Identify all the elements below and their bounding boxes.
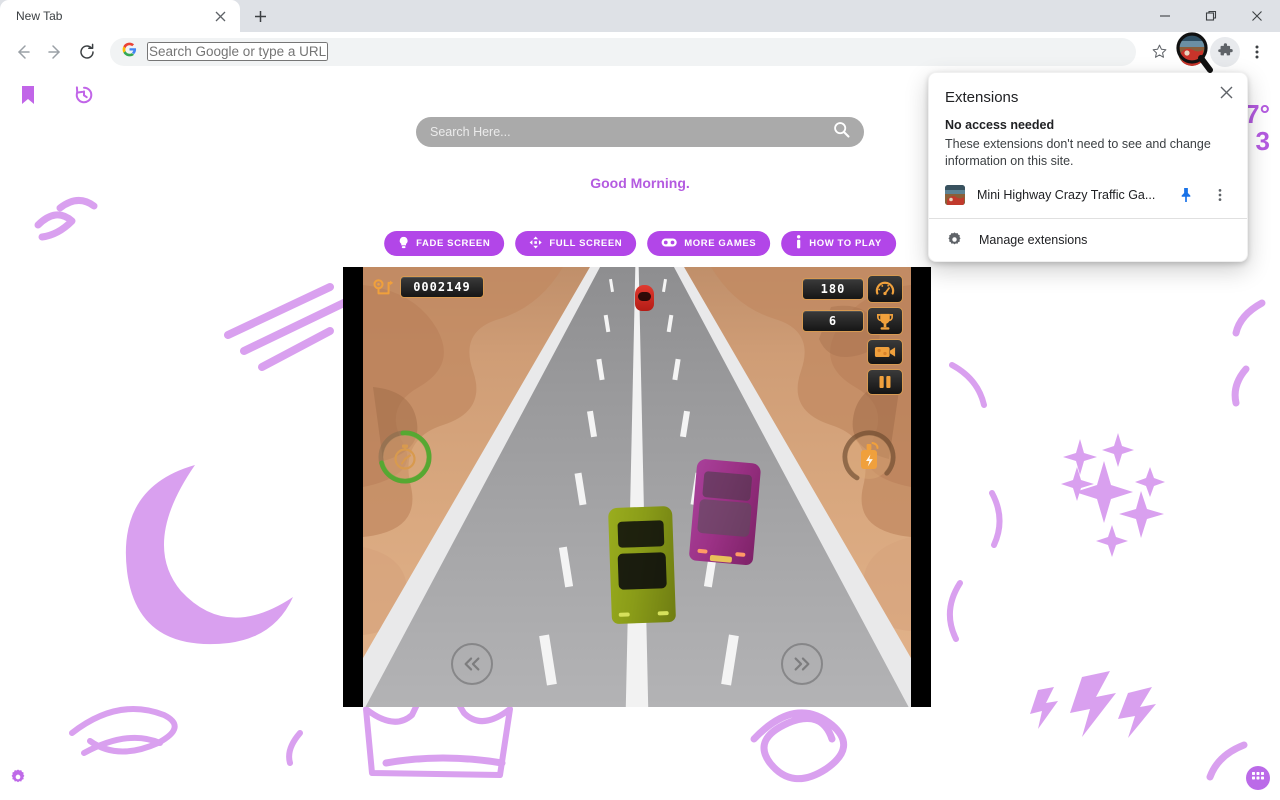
weather-secondary: 3	[1245, 128, 1270, 155]
speed-value: 180	[802, 278, 864, 300]
tab-title: New Tab	[16, 9, 210, 23]
browser-tab[interactable]: New Tab	[0, 0, 240, 32]
weather-widget: 7° 3	[1245, 101, 1270, 156]
close-popup-button[interactable]	[1213, 79, 1239, 105]
nitro-powerup[interactable]	[841, 429, 897, 485]
pin-icon[interactable]	[1175, 184, 1197, 206]
more-games-label: MORE GAMES	[684, 238, 756, 249]
bookmark-icon[interactable]	[14, 81, 42, 109]
browser-menu-icon[interactable]	[1242, 37, 1272, 67]
extensions-puzzle-icon[interactable]	[1210, 37, 1240, 67]
timer-powerup[interactable]	[377, 429, 433, 485]
lightbulb-icon	[398, 236, 409, 252]
no-access-description: These extensions don't need to see and c…	[945, 136, 1231, 170]
back-icon[interactable]	[8, 37, 38, 67]
how-to-play-button[interactable]: HOW TO PLAY	[781, 231, 896, 256]
info-icon	[795, 235, 802, 252]
weather-temp: 7°	[1245, 101, 1270, 128]
timer-powerup-core	[383, 435, 427, 479]
hud-speed-row: 180	[802, 275, 903, 303]
extensions-popup-header: Extensions	[929, 73, 1247, 106]
ntp-top-left-icons	[14, 81, 98, 109]
omnibox-input[interactable]	[147, 42, 328, 61]
fade-screen-label: FADE SCREEN	[416, 238, 490, 249]
ntp-settings-button[interactable]	[9, 768, 27, 786]
new-tab-button[interactable]	[246, 2, 274, 30]
score-value: 0002149	[400, 276, 484, 298]
apps-grid-icon	[1252, 772, 1264, 784]
extension-menu-icon[interactable]	[1209, 184, 1231, 206]
profile-avatar-icon[interactable]	[1178, 38, 1206, 66]
fade-screen-button[interactable]: FADE SCREEN	[384, 231, 504, 256]
nitro-bottle-icon	[858, 442, 880, 472]
gamepad-icon	[661, 237, 677, 251]
opponent-car-purple	[689, 458, 762, 565]
stopwatch-icon	[392, 443, 418, 471]
ntp-apps-button[interactable]	[1246, 766, 1270, 790]
steer-right-button[interactable]	[781, 643, 823, 685]
extension-name: Mini Highway Crazy Traffic Ga...	[977, 188, 1163, 202]
minimize-button[interactable]	[1142, 0, 1188, 32]
route-marker-icon	[371, 275, 397, 299]
hud-trophy-row: 6	[802, 307, 903, 335]
camera-button[interactable]	[867, 339, 903, 365]
google-g-icon	[122, 42, 137, 62]
extension-list-item[interactable]: Mini Highway Crazy Traffic Ga...	[929, 178, 1247, 218]
browser-toolbar	[0, 32, 1280, 72]
nitro-powerup-core	[847, 435, 891, 479]
extensions-popup: Extensions No access needed These extens…	[928, 72, 1248, 262]
close-window-button[interactable]	[1234, 0, 1280, 32]
hud-score-group: 0002149	[371, 275, 484, 299]
maximize-button[interactable]	[1188, 0, 1234, 32]
manage-extensions-label: Manage extensions	[979, 233, 1087, 247]
reload-icon[interactable]	[72, 37, 102, 67]
tab-strip: New Tab	[0, 0, 1280, 32]
extensions-popup-title: Extensions	[945, 89, 1231, 106]
trophy-icon	[867, 307, 903, 335]
game-canvas[interactable]: 0002149 180	[343, 267, 931, 707]
hud-right-group: 180 6	[802, 275, 903, 395]
browser-window: New Tab	[0, 0, 1280, 800]
speedometer-icon	[867, 275, 903, 303]
window-controls	[1142, 0, 1280, 32]
pause-button[interactable]	[867, 369, 903, 395]
more-games-button[interactable]: MORE GAMES	[647, 231, 770, 256]
search-icon[interactable]	[833, 121, 850, 143]
history-clock-icon[interactable]	[70, 81, 98, 109]
gear-icon	[945, 231, 963, 249]
search-input[interactable]	[430, 125, 833, 139]
no-access-section: No access needed These extensions don't …	[929, 106, 1247, 178]
manage-extensions-item[interactable]: Manage extensions	[929, 219, 1247, 261]
full-screen-button[interactable]: FULL SCREEN	[515, 231, 636, 256]
expand-arrows-icon	[529, 236, 542, 252]
steer-left-button[interactable]	[451, 643, 493, 685]
full-screen-label: FULL SCREEN	[549, 238, 622, 249]
no-access-title: No access needed	[945, 118, 1231, 132]
omnibox[interactable]	[110, 38, 1136, 66]
opponent-car-red	[635, 285, 654, 311]
tab-close-icon[interactable]	[210, 6, 230, 26]
extension-favicon	[945, 185, 965, 205]
how-to-play-label: HOW TO PLAY	[809, 238, 882, 249]
player-car	[608, 506, 676, 624]
bookmark-star-icon[interactable]	[1144, 37, 1174, 67]
game-toolbar: FADE SCREEN FULL SCREEN MORE GAMES HOW T…	[384, 231, 896, 256]
forward-icon[interactable]	[40, 37, 70, 67]
game-viewport: 0002149 180	[363, 267, 911, 707]
search-box[interactable]	[416, 117, 864, 147]
trophy-value: 6	[802, 310, 864, 332]
